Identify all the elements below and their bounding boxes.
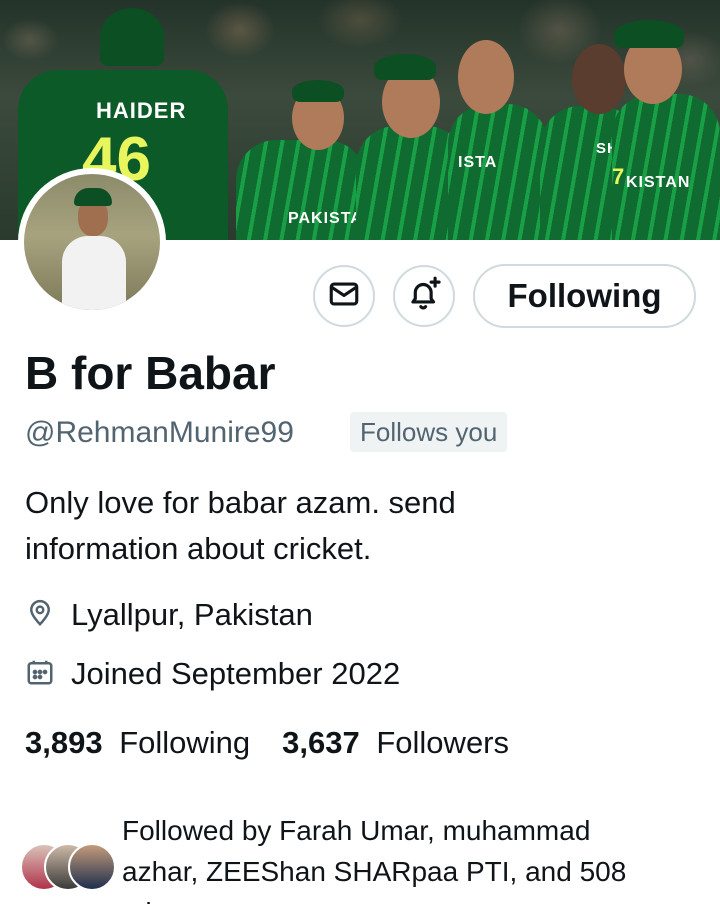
- follow-stats: 3,893 Following 3,637 Followers: [25, 725, 509, 761]
- joined-row: Joined September 2022: [25, 656, 400, 692]
- following-stat-label: Following: [119, 725, 251, 760]
- profile-handle: @RehmanMunire99: [25, 416, 294, 449]
- follower-avatar[interactable]: [68, 843, 116, 891]
- bell-plus-icon: [405, 275, 443, 318]
- location-row: Lyallpur, Pakistan: [25, 597, 313, 633]
- profile-bio: Only love for babar azam. send informati…: [25, 480, 665, 572]
- followed-by-line: Followed by Farah Umar, muhammad: [122, 815, 591, 846]
- follows-you-badge: Follows you: [350, 412, 508, 452]
- following-stat[interactable]: 3,893 Following: [25, 725, 250, 761]
- following-button-label: Following: [507, 277, 662, 314]
- followed-by-line: oth: [122, 892, 682, 904]
- bio-line: information about cricket.: [25, 531, 372, 566]
- avatar-photo: [24, 174, 160, 310]
- location-text: Lyallpur, Pakistan: [71, 597, 313, 632]
- following-count: 3,893: [25, 725, 103, 760]
- following-button[interactable]: Following: [473, 264, 696, 328]
- followers-count: 3,637: [282, 725, 360, 760]
- joined-text: Joined September 2022: [71, 656, 401, 691]
- followed-by-text[interactable]: Followed by Farah Umar, muhammad azhar, …: [122, 810, 682, 904]
- display-name: B for Babar: [25, 347, 276, 399]
- message-button[interactable]: [313, 265, 375, 327]
- profile-avatar[interactable]: [18, 168, 166, 316]
- mail-icon: [327, 277, 361, 316]
- notifications-button[interactable]: [393, 265, 455, 327]
- follows-you-label: Follows you: [360, 416, 498, 447]
- followers-stat[interactable]: 3,637 Followers: [282, 725, 509, 761]
- followed-by-line: azhar, ZEEShan SHARpaa PTI, and 508: [122, 856, 627, 887]
- calendar-icon: [25, 657, 55, 692]
- followers-stat-label: Followers: [376, 725, 510, 760]
- bio-line: Only love for babar azam. send: [25, 485, 456, 520]
- location-pin-icon: [25, 598, 55, 633]
